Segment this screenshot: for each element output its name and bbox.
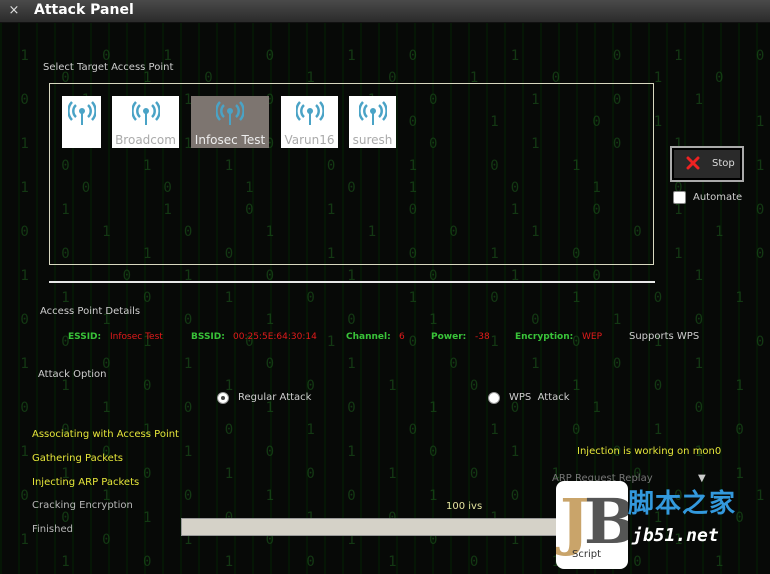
regular-attack-radio[interactable] (217, 392, 229, 404)
stop-button[interactable]: Stop (670, 146, 744, 182)
ivs-count: 100 ivs (446, 501, 483, 512)
title-bar: × Attack Panel (0, 0, 770, 23)
essid-value: Infosec Test (110, 332, 163, 342)
access-point-name: Infosec Test (194, 133, 266, 147)
access-point-list: Broadcom Infosec Test Varun16 suresh (49, 83, 654, 265)
access-point-tile[interactable]: Broadcom (112, 96, 179, 148)
separator (49, 281, 655, 283)
svg-text:B: B (584, 485, 628, 558)
status-step: Injecting ARP Packets (32, 477, 140, 488)
power-label: Power: (431, 332, 467, 342)
watermark: J B Script 脚本之家 jb51.net (556, 475, 770, 574)
wifi-signal-icon (131, 101, 160, 125)
access-point-tile[interactable]: Varun16 (281, 96, 338, 148)
access-point-name: suresh (352, 133, 393, 147)
access-point-tile[interactable] (62, 96, 101, 148)
window-title: Attack Panel (34, 2, 134, 18)
close-x-icon (686, 156, 700, 170)
status-step: Cracking Encryption (32, 500, 133, 511)
wifi-signal-icon (295, 101, 324, 125)
injection-status: Injection is working on mon0 (577, 446, 722, 457)
bssid-value: 00:25:5E:64:30:14 (233, 332, 317, 342)
essid-label: ESSID: (68, 332, 102, 342)
access-point-name: Broadcom (115, 133, 176, 147)
access-point-tile[interactable]: suresh (349, 96, 396, 148)
encryption-label: Encryption: (515, 332, 574, 342)
encryption-value: WEP (582, 332, 603, 342)
watermark-cn: 脚本之家 (628, 489, 737, 519)
status-step: Finished (32, 524, 73, 535)
details-section-label: Access Point Details (40, 306, 141, 317)
progress-bar (181, 518, 561, 536)
wps-support-text: Supports WPS (629, 331, 700, 342)
wps-attack-label: WPS Attack (509, 392, 570, 403)
automate-checkbox[interactable] (673, 191, 686, 204)
access-point-tile-selected[interactable]: Infosec Test (191, 96, 269, 148)
automate-label: Automate (693, 192, 743, 203)
wifi-signal-icon (358, 101, 387, 125)
attack-option-label: Attack Option (38, 369, 107, 380)
target-section-label: Select Target Access Point (43, 62, 174, 73)
power-value: -38 (475, 332, 490, 342)
stop-label: Stop (712, 158, 735, 169)
regular-attack-label: Regular Attack (238, 392, 312, 403)
channel-label: Channel: (346, 332, 391, 342)
access-point-name: Varun16 (284, 133, 335, 147)
wps-attack-radio[interactable] (488, 392, 500, 404)
status-step: Gathering Packets (32, 453, 123, 464)
close-button[interactable]: × (6, 3, 22, 19)
wifi-signal-icon (216, 101, 244, 125)
wifi-signal-icon (67, 101, 96, 125)
channel-value: 6 (399, 332, 405, 342)
watermark-url: jb51.net (632, 525, 719, 546)
bssid-label: BSSID: (191, 332, 225, 342)
status-step: Associating with Access Point (32, 429, 179, 440)
watermark-script: Script (572, 549, 602, 560)
